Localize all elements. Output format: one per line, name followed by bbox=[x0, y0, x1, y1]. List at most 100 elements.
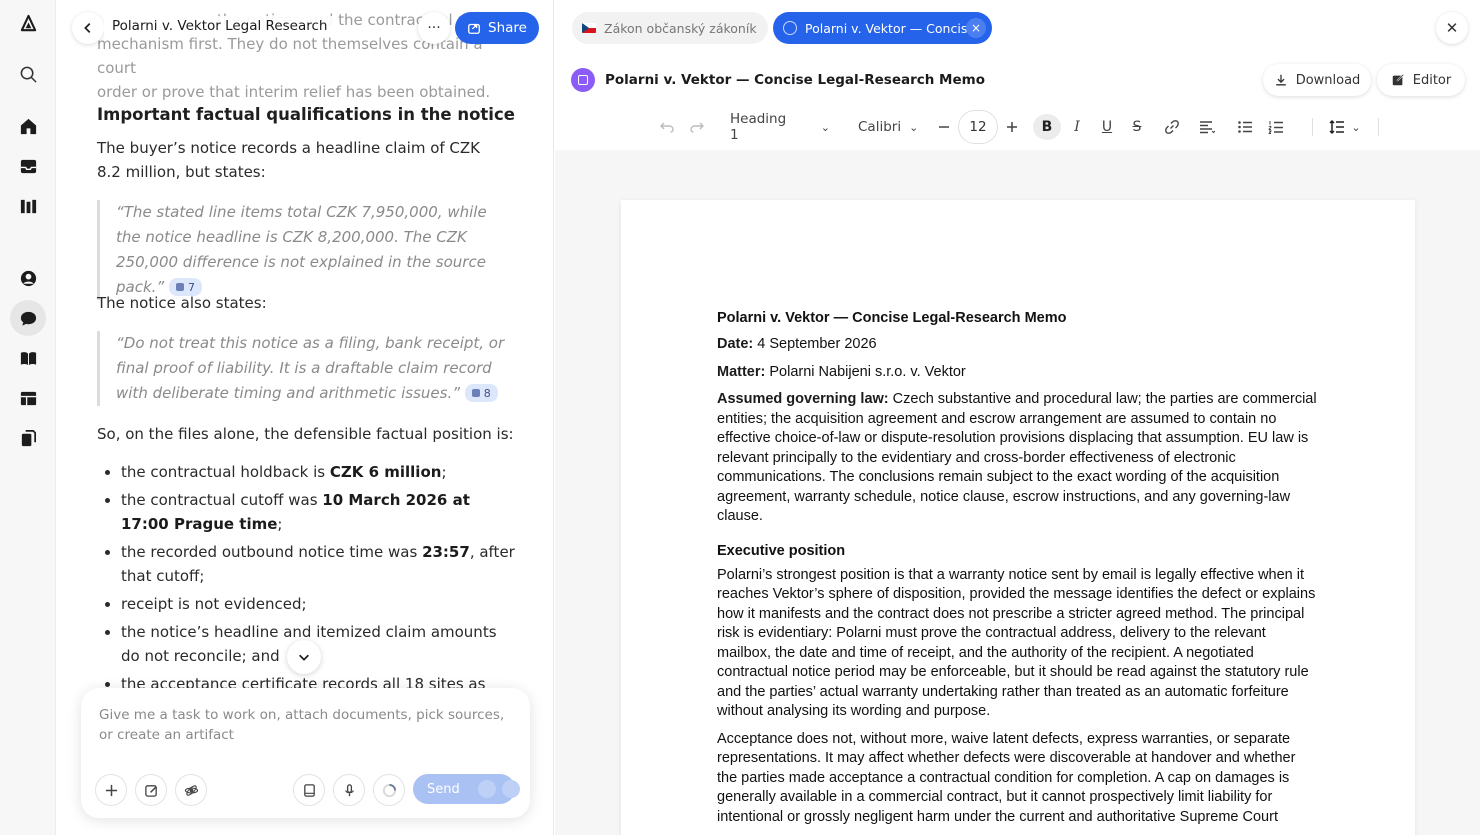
citation-number: 8 bbox=[483, 386, 491, 400]
more-options-button[interactable]: ··· bbox=[418, 12, 450, 44]
share-button[interactable]: Share bbox=[455, 12, 539, 44]
chat-title: Polarni v. Vektor Legal Research bbox=[104, 16, 336, 36]
memo-matter: Matter: Polarni Nabijeni s.r.o. v. Vekto… bbox=[717, 363, 966, 380]
align-icon[interactable] bbox=[1193, 114, 1221, 140]
paragraph-2: The notice also states: bbox=[97, 294, 267, 312]
logo-icon[interactable] bbox=[10, 5, 46, 41]
numbered-list-icon[interactable] bbox=[1264, 114, 1288, 140]
faded-line-3: order or prove that interim relief has b… bbox=[97, 83, 491, 101]
scroll-down-button[interactable] bbox=[287, 640, 321, 674]
paragraph-3: So, on the files alone, the defensible f… bbox=[97, 425, 514, 443]
chat-header: Polarni v. Vektor Legal Research ··· Sha… bbox=[56, 0, 553, 58]
chat-icon[interactable] bbox=[10, 300, 46, 336]
loading-indicator bbox=[373, 774, 405, 806]
share-icon bbox=[468, 23, 480, 34]
section-heading: Important factual qualifications in the … bbox=[97, 105, 515, 124]
document-icon bbox=[571, 68, 595, 92]
edit-icon bbox=[1392, 74, 1404, 86]
documents-icon[interactable] bbox=[10, 420, 46, 456]
document-page[interactable]: Polarni v. Vektor — Concise Legal-Resear… bbox=[621, 200, 1415, 835]
executive-paragraph-1: Polarni’s strongest position is that a w… bbox=[717, 566, 1316, 720]
source-icon bbox=[175, 283, 184, 291]
bold-icon[interactable]: B bbox=[1033, 114, 1061, 140]
source-icon bbox=[471, 389, 480, 397]
document-body: Polarni v. Vektor — Concise Legal-Resear… bbox=[717, 310, 1317, 827]
download-label: Download bbox=[1295, 72, 1361, 88]
chat-pane: the notices and the contractual notice m… bbox=[56, 0, 554, 835]
chevron-down-icon: ⌄ bbox=[820, 120, 830, 134]
library-icon[interactable] bbox=[10, 188, 46, 224]
font-size-input[interactable]: 12 bbox=[958, 110, 998, 144]
increase-size-icon[interactable] bbox=[1001, 114, 1023, 140]
style-select[interactable]: Heading 1 ⌄ bbox=[730, 111, 830, 143]
line-spacing-icon[interactable]: ⌄ bbox=[1325, 114, 1365, 140]
share-label: Share bbox=[488, 20, 527, 36]
sources-icon bbox=[184, 784, 198, 796]
plus-icon bbox=[105, 784, 117, 796]
download-button[interactable]: Download bbox=[1263, 64, 1371, 96]
list-item: the contractual holdback is CZK 6 millio… bbox=[97, 460, 517, 484]
send-label: Send bbox=[427, 781, 460, 797]
bullet-list-icon[interactable] bbox=[1233, 114, 1257, 140]
italic-icon[interactable]: I bbox=[1065, 114, 1089, 140]
underline-icon[interactable]: U bbox=[1095, 114, 1119, 140]
chevron-down-icon: ⌄ bbox=[909, 120, 919, 134]
chevron-left-icon bbox=[84, 23, 91, 33]
microphone-icon bbox=[344, 783, 354, 796]
close-pane-button[interactable]: ✕ bbox=[1436, 12, 1468, 44]
paragraph-1: The buyer’s notice records a headline cl… bbox=[97, 139, 481, 181]
close-icon: ✕ bbox=[1445, 19, 1459, 37]
memo-governing-law: Assumed governing law: Czech substantive… bbox=[717, 391, 1317, 524]
voice-button[interactable] bbox=[333, 774, 365, 806]
tab-label: Polarni v. Vektor — Concis... bbox=[805, 20, 980, 36]
decrease-size-icon[interactable] bbox=[933, 114, 955, 140]
strikethrough-icon[interactable]: S bbox=[1125, 114, 1149, 140]
chevron-down-icon: ⌄ bbox=[1351, 120, 1361, 134]
back-button[interactable] bbox=[72, 12, 104, 44]
citation-badge[interactable]: 8 bbox=[464, 384, 498, 402]
sources-button[interactable] bbox=[175, 774, 207, 806]
memo-heading: Polarni v. Vektor — Concise Legal-Resear… bbox=[717, 310, 1067, 326]
list-item: the contractual cutoff was 10 March 2026… bbox=[97, 488, 517, 536]
style-value: Heading 1 bbox=[730, 111, 787, 143]
font-select[interactable]: Calibri ⌄ bbox=[858, 114, 924, 140]
profile-icon[interactable] bbox=[10, 260, 46, 296]
send-button[interactable]: Send bbox=[413, 774, 520, 804]
tab-label: Zákon občanský zákoník bbox=[604, 20, 757, 36]
search-icon[interactable] bbox=[10, 56, 46, 92]
tab-civil-code[interactable]: Zákon občanský zákoník bbox=[572, 12, 768, 44]
document-pane: Zákon občanský zákoník Polarni v. Vektor… bbox=[555, 0, 1480, 835]
inbox-icon[interactable] bbox=[10, 148, 46, 184]
arrow-up-icon bbox=[501, 780, 520, 798]
edit-button[interactable] bbox=[135, 774, 167, 806]
home-icon[interactable] bbox=[10, 108, 46, 144]
book-icon[interactable] bbox=[10, 340, 46, 376]
executive-paragraph-2: Acceptance does not, without more, waive… bbox=[717, 730, 1296, 825]
add-button[interactable] bbox=[95, 774, 127, 806]
link-icon[interactable] bbox=[1159, 114, 1185, 140]
document-header: Zákon občanský zákoník Polarni v. Vektor… bbox=[555, 0, 1480, 150]
list-item: receipt is not evidenced; bbox=[97, 592, 517, 616]
close-tab-icon[interactable]: × bbox=[966, 18, 986, 38]
quote-1: “The stated line items total CZK 7,950,0… bbox=[97, 200, 502, 300]
spinner-icon bbox=[382, 783, 396, 797]
editor-button[interactable]: Editor bbox=[1377, 64, 1465, 96]
font-value: Calibri bbox=[858, 119, 902, 135]
document-icon bbox=[783, 21, 797, 35]
library-button[interactable] bbox=[293, 774, 325, 806]
quote-2: “Do not treat this notice as a filing, b… bbox=[97, 331, 507, 406]
document-title-row: Polarni v. Vektor — Concise Legal-Resear… bbox=[571, 68, 985, 92]
toolbar-divider bbox=[1378, 118, 1379, 136]
chevron-down-icon bbox=[299, 654, 309, 661]
tab-memo[interactable]: Polarni v. Vektor — Concis... × bbox=[773, 12, 992, 44]
composer: Give me a task to work on, attach docume… bbox=[81, 688, 530, 818]
executive-heading: Executive position bbox=[717, 542, 846, 559]
task-input[interactable]: Give me a task to work on, attach docume… bbox=[99, 705, 519, 745]
memo-date: Date: 4 September 2026 bbox=[717, 336, 877, 352]
undo-icon[interactable] bbox=[655, 114, 679, 140]
edit-icon bbox=[144, 784, 157, 797]
redo-icon[interactable] bbox=[685, 114, 709, 140]
settings-icon bbox=[477, 780, 496, 798]
list-item: the recorded outbound notice time was 23… bbox=[97, 540, 517, 588]
table-icon[interactable] bbox=[10, 380, 46, 416]
